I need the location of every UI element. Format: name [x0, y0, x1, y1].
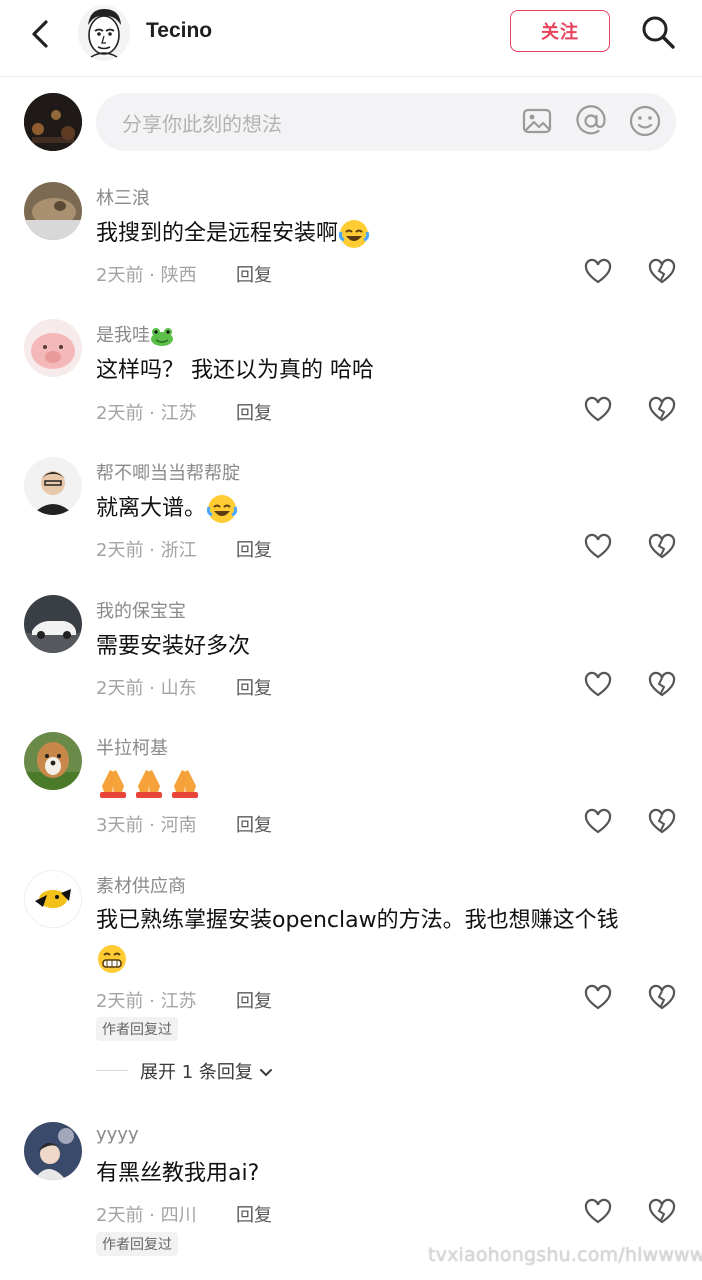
commenter-avatar[interactable] [24, 1122, 82, 1180]
chevron-down-icon [259, 1069, 272, 1077]
dislike-button[interactable] [647, 670, 677, 700]
like-button[interactable] [583, 532, 613, 562]
author-name[interactable]: Tecino [146, 19, 212, 43]
emoji-button[interactable] [628, 104, 662, 138]
search-button[interactable] [638, 12, 678, 52]
comment-meta: 2天前 · 江苏 [96, 991, 197, 1012]
comment-text: 这样吗？ 我还以为真的 哈哈 [96, 358, 374, 383]
dislike-button[interactable] [647, 983, 677, 1013]
heart-icon [584, 808, 612, 834]
comment-meta: 2天前 · 江苏 [96, 403, 197, 424]
like-button[interactable] [583, 983, 613, 1013]
expand-divider [96, 1070, 128, 1071]
pray-hands-emoji [100, 770, 198, 798]
comment-input-placeholder[interactable]: 分享你此刻的想法 [122, 108, 282, 137]
dislike-button[interactable] [647, 257, 677, 287]
reply-button[interactable]: 回复 [236, 1201, 272, 1227]
image-icon [522, 108, 552, 134]
emoji-icon [629, 105, 661, 137]
author-avatar[interactable] [78, 5, 130, 61]
comment-meta: 3天前 · 河南 [96, 815, 197, 836]
broken-heart-icon [648, 1198, 676, 1224]
reply-button[interactable]: 回复 [236, 987, 272, 1013]
watermark: tvxiaohongshu.com/hlwwwww [428, 1244, 702, 1266]
broken-heart-icon [648, 396, 676, 422]
commenter-name[interactable]: 素材供应商 [96, 872, 186, 898]
follow-button[interactable]: 关注 [510, 10, 610, 52]
commenter-avatar[interactable] [24, 870, 82, 928]
my-avatar [24, 93, 82, 151]
grinning-emoji [98, 945, 126, 973]
commenter-name[interactable]: 我的保宝宝 [96, 597, 186, 623]
commenter-name[interactable]: 林三浪 [96, 184, 150, 210]
search-icon [642, 16, 675, 49]
header-divider [0, 76, 702, 77]
commenter-name[interactable]: yyyy [96, 1124, 139, 1145]
broken-heart-icon [648, 984, 676, 1010]
comment-meta: 2天前 · 浙江 [96, 540, 197, 561]
commenter-avatar[interactable] [24, 732, 82, 790]
reply-button[interactable]: 回复 [236, 674, 272, 700]
comment-meta: 2天前 · 陕西 [96, 265, 197, 286]
dislike-button[interactable] [647, 395, 677, 425]
comment-text: 就离大谱。 [96, 490, 238, 528]
reply-button[interactable]: 回复 [236, 261, 272, 287]
commenter-avatar[interactable] [24, 457, 82, 515]
image-button[interactable] [520, 104, 554, 138]
comment-meta: 2天前 · 山东 [96, 678, 197, 699]
heart-icon [584, 1198, 612, 1224]
dislike-button[interactable] [647, 807, 677, 837]
comment-text: 我已熟练掌握安装openclaw的方法。我也想赚这个钱 [96, 902, 656, 978]
heart-icon [584, 533, 612, 559]
commenter-avatar[interactable] [24, 319, 82, 377]
commenter-avatar[interactable] [24, 595, 82, 653]
commenter-name[interactable]: 帮不唧当当帮帮腚 [96, 459, 240, 485]
laughing-tears-emoji [338, 220, 370, 248]
mention-button[interactable] [574, 104, 608, 138]
comment-text: 有黑丝教我用ai? [96, 1161, 260, 1186]
heart-icon [584, 984, 612, 1010]
broken-heart-icon [648, 258, 676, 284]
commenter-avatar[interactable] [24, 182, 82, 240]
reply-button[interactable]: 回复 [236, 536, 272, 562]
comment-text: 我搜到的全是远程安装啊 [96, 215, 370, 253]
broken-heart-icon [648, 808, 676, 834]
like-button[interactable] [583, 1197, 613, 1227]
like-button[interactable] [583, 257, 613, 287]
commenter-name[interactable]: 是我哇 [96, 321, 174, 347]
like-button[interactable] [583, 395, 613, 425]
comment-text: 需要安装好多次 [96, 634, 251, 659]
back-button[interactable] [22, 14, 58, 54]
heart-icon [584, 671, 612, 697]
chevron-left-icon [32, 20, 48, 48]
dislike-button[interactable] [647, 1197, 677, 1227]
dislike-button[interactable] [647, 532, 677, 562]
heart-icon [584, 396, 612, 422]
reply-button[interactable]: 回复 [236, 811, 272, 837]
author-replied-badge: 作者回复过 [96, 1017, 178, 1041]
at-icon [576, 105, 606, 135]
like-button[interactable] [583, 807, 613, 837]
like-button[interactable] [583, 670, 613, 700]
comment-meta: 2天前 · 四川 [96, 1205, 197, 1226]
laughing-tears-emoji [206, 495, 238, 523]
comment-text [96, 764, 204, 802]
reply-button[interactable]: 回复 [236, 399, 272, 425]
broken-heart-icon [648, 533, 676, 559]
commenter-name[interactable]: 半拉柯基 [96, 734, 168, 760]
frog-emoji [151, 328, 173, 346]
broken-heart-icon [648, 671, 676, 697]
author-replied-badge: 作者回复过 [96, 1232, 178, 1256]
expand-replies-button[interactable]: 展开 1 条回复 [140, 1058, 275, 1084]
heart-icon [584, 258, 612, 284]
